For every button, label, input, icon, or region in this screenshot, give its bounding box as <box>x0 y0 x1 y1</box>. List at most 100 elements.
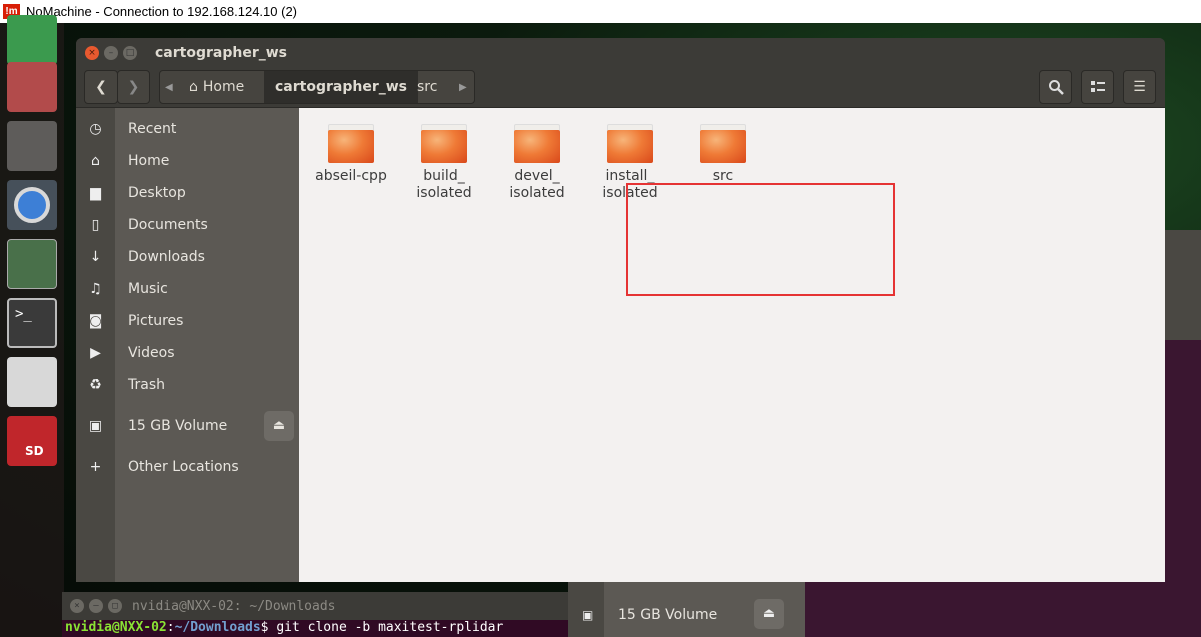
sidebar-item-music[interactable]: ♫ Music <box>76 273 299 305</box>
folder-icon <box>607 124 653 164</box>
download-icon: ↓ <box>89 249 102 265</box>
folder-icon <box>421 124 467 164</box>
launcher: >_ SD <box>0 15 64 637</box>
sd-card-icon[interactable]: SD <box>7 416 57 466</box>
terminal-icon[interactable]: >_ <box>7 298 57 348</box>
forward-button[interactable]: ❯ <box>117 70 150 104</box>
settings-icon[interactable] <box>7 121 57 171</box>
path-scroll-right-icon[interactable]: ▶ <box>459 82 467 93</box>
sidebar-item-pictures[interactable]: ◙ Pictures <box>76 305 299 337</box>
sidebar: ◷ Recent ⌂ Home ▆ Desktop ▯ Documents ↓ Downloads… <box>76 108 299 582</box>
sidebar-item-label[interactable]: 15 GB Volume <box>618 607 717 623</box>
crumb-label: Home <box>202 79 245 95</box>
maximize-icon[interactable]: □ <box>123 46 137 60</box>
folder-item[interactable]: build_ isolated <box>404 124 484 202</box>
video-icon: ▶ <box>90 345 101 361</box>
path-scroll-left-icon[interactable]: ◀ <box>165 82 173 93</box>
sidebar-item-label: Desktop <box>128 185 186 201</box>
sidebar-item-other-locations[interactable]: + Other Locations <box>76 451 299 483</box>
close-icon[interactable]: × <box>85 46 99 60</box>
home-icon: ⌂ <box>91 153 100 169</box>
nomachine-titlebar: !m NoMachine - Connection to 192.168.124… <box>0 0 1201 23</box>
crumb-label: cartographer_ws <box>275 79 407 95</box>
search-button[interactable] <box>1039 70 1072 104</box>
sidebar-item-label: Home <box>128 153 170 169</box>
sidebar-item-documents[interactable]: ▯ Documents <box>76 209 299 241</box>
path-home[interactable]: ⌂ Home <box>178 71 255 103</box>
sidebar-item-home[interactable]: ⌂ Home <box>76 145 299 177</box>
prompt-user: nvidia@NXX-02 <box>65 620 167 635</box>
folder-item[interactable]: src <box>683 124 763 185</box>
folder-name: abseil-cpp <box>315 168 387 184</box>
sidebar-item-label: Music <box>128 281 168 297</box>
sidebar-item-label: Other Locations <box>128 459 239 475</box>
eject-button[interactable]: ⏏ <box>754 599 784 629</box>
minimize-icon[interactable]: – <box>89 599 103 613</box>
highlight-box <box>626 183 895 296</box>
ubuntu-software-icon[interactable] <box>7 15 57 65</box>
trash-icon: ♻ <box>89 377 102 393</box>
sidebar-item-label: 15 GB Volume <box>128 418 228 434</box>
folder-name: build_ <box>423 168 465 184</box>
terminal-window[interactable]: × – □ nvidia@NXX-02: ~/Downloads nvidia@… <box>62 592 568 637</box>
menu-button[interactable]: ☰ <box>1123 70 1156 104</box>
back-button[interactable]: ❮ <box>84 70 118 104</box>
folder-name: devel_ <box>514 168 560 184</box>
path-cartographer-ws[interactable]: cartographer_ws <box>264 71 418 103</box>
drive-icon[interactable] <box>7 357 57 407</box>
path-src[interactable]: src <box>406 71 448 103</box>
sidebar-item-label: Downloads <box>128 249 205 265</box>
terminal-titlebar: × – □ nvidia@NXX-02: ~/Downloads <box>62 592 568 620</box>
search-icon <box>1048 80 1064 95</box>
clock-icon: ◷ <box>89 121 102 137</box>
prompt-path: ~/Downloads <box>174 620 261 635</box>
file-view: abseil-cpp build_ isolated devel_ isolated in… <box>299 108 1165 582</box>
folder-name: isolated <box>509 185 565 201</box>
drive-icon: ▣ <box>88 418 103 434</box>
plus-icon: + <box>89 459 102 475</box>
camera-icon: ◙ <box>88 313 103 329</box>
sidebar-item-15-gb-volume[interactable]: ▣ 15 GB Volume ⏏ <box>76 410 299 442</box>
files-icon[interactable] <box>7 62 57 112</box>
sidebar-item-downloads[interactable]: ↓ Downloads <box>76 241 299 273</box>
file-manager-window: × – □ cartographer_ws ❮ ❯ ◀ ⌂ Home cartog… <box>76 38 1165 582</box>
sidebar-item-recent[interactable]: ◷ Recent <box>76 113 299 145</box>
maximize-icon[interactable]: □ <box>108 599 122 613</box>
sidebar-item-label: Videos <box>128 345 175 361</box>
folder-icon: ▆ <box>90 185 101 201</box>
eject-button[interactable]: ⏏ <box>264 411 294 441</box>
minimize-icon[interactable]: – <box>104 46 118 60</box>
software-updater-icon[interactable] <box>7 239 57 289</box>
sidebar-item-label: Pictures <box>128 313 184 329</box>
document-icon: ▯ <box>91 217 100 233</box>
terminal-prompt[interactable]: nvidia@NXX-02:~/Downloads$ git clone -b … <box>62 620 568 637</box>
terminal-title: nvidia@NXX-02: ~/Downloads <box>132 598 336 614</box>
chromium-icon[interactable] <box>7 180 57 230</box>
home-icon: ⌂ <box>189 79 198 95</box>
background-sidebar: ▣ 15 GB Volume ⏏ <box>568 582 805 637</box>
folder-icon <box>514 124 560 164</box>
folder-item[interactable]: abseil-cpp <box>311 124 391 185</box>
folder-name: isolated <box>416 185 472 201</box>
sidebar-item-desktop[interactable]: ▆ Desktop <box>76 177 299 209</box>
window-title: cartographer_ws <box>155 45 287 61</box>
window-titlebar: × – □ cartographer_ws <box>76 38 1165 68</box>
terminal-command: $ git clone -b maxitest-rplidar <box>260 620 504 635</box>
sidebar-item-label: Documents <box>128 217 208 233</box>
background-window-edge <box>1165 230 1201 340</box>
drive-icon: ▣ <box>582 608 594 622</box>
view-toggle-button[interactable] <box>1081 70 1114 104</box>
sidebar-item-label: Trash <box>128 377 165 393</box>
folder-icon <box>700 124 746 164</box>
list-view-icon <box>1090 81 1105 92</box>
path-bar: ◀ ⌂ Home cartographer_ws src ▶ <box>159 70 475 104</box>
folder-icon <box>328 124 374 164</box>
hamburger-icon: ☰ <box>1133 79 1146 95</box>
crumb-label: src <box>417 79 438 95</box>
sidebar-item-trash[interactable]: ♻ Trash <box>76 369 299 401</box>
toolbar: ❮ ❯ ◀ ⌂ Home cartographer_ws src ▶ ☰ <box>76 68 1165 108</box>
sidebar-item-label: Recent <box>128 121 177 137</box>
close-icon[interactable]: × <box>70 599 84 613</box>
folder-item[interactable]: devel_ isolated <box>497 124 577 202</box>
sidebar-item-videos[interactable]: ▶ Videos <box>76 337 299 369</box>
